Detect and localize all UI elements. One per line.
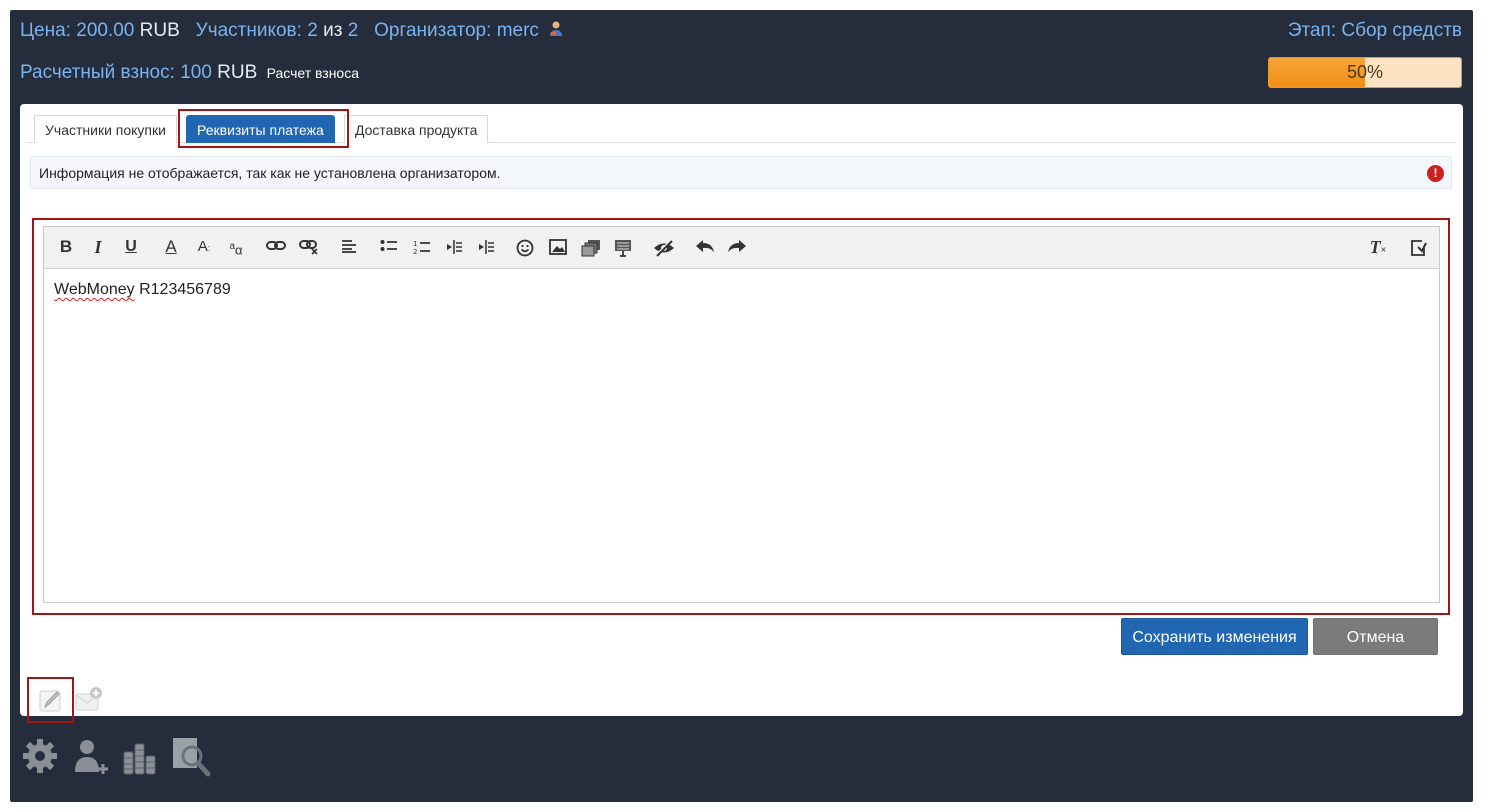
image-icon[interactable]	[549, 236, 567, 258]
search-document-icon[interactable]	[170, 736, 212, 783]
price-label: Цена:	[20, 20, 71, 41]
purchase-panel: Цена: 200.00 RUB Участников: 2 из 2 Орга…	[10, 10, 1473, 802]
header-line-1: Цена: 200.00 RUB Участников: 2 из 2 Орга…	[20, 20, 565, 44]
redo-icon[interactable]	[727, 236, 747, 258]
underline-icon[interactable]: U	[122, 236, 140, 258]
collection-progress-bar: 50%	[1268, 57, 1462, 88]
media-icon[interactable]	[581, 236, 601, 258]
edit-pencil-icon[interactable]	[38, 687, 64, 718]
participants-of: из	[323, 20, 343, 41]
unlink-icon[interactable]	[299, 236, 319, 258]
stage-value: Сбор средств	[1341, 20, 1462, 41]
fee-calc-link[interactable]: Расчет взноса	[267, 65, 359, 81]
editor-toolbar: B I U A A: aα 12 T×	[44, 227, 1439, 269]
settings-gear-icon[interactable]	[20, 736, 60, 781]
add-participant-icon[interactable]	[70, 736, 112, 783]
remove-format-icon[interactable]: T×	[1369, 236, 1387, 258]
content-area: Участники покупки Реквизиты платежа Дост…	[20, 104, 1463, 723]
save-changes-button[interactable]: Сохранить изменения	[1121, 618, 1308, 655]
indent-icon[interactable]	[477, 236, 495, 258]
editor-content[interactable]: WebMoney R123456789	[54, 281, 231, 299]
participants-total: 2	[347, 20, 359, 41]
text-case-icon[interactable]: aα	[227, 236, 245, 258]
numbered-list-icon[interactable]: 12	[413, 236, 431, 258]
svg-text:2: 2	[413, 248, 417, 255]
coins-icon[interactable]	[122, 738, 158, 781]
price-value: 200.00	[76, 20, 135, 41]
toggle-bbcode-icon[interactable]	[1409, 236, 1427, 258]
add-message-icon[interactable]	[74, 684, 104, 719]
price-currency: RUB	[139, 20, 180, 41]
link-icon[interactable]	[266, 236, 286, 258]
organizer-user-icon[interactable]	[547, 20, 565, 44]
info-message: Информация не отображается, так как не у…	[30, 156, 1452, 189]
svg-text:1: 1	[413, 240, 417, 248]
cancel-button[interactable]: Отмена	[1313, 618, 1438, 655]
tab-payment-details[interactable]: Реквизиты платежа	[186, 115, 335, 143]
progress-text: 50%	[1346, 62, 1384, 82]
participants-label: Участников:	[195, 20, 302, 41]
fee-label: Расчетный взнос:	[20, 62, 175, 83]
organizer-name[interactable]: merc	[497, 20, 539, 41]
undo-icon[interactable]	[695, 236, 715, 258]
fee-currency: RUB	[217, 62, 258, 83]
info-message-text: Информация не отображается, так как не у…	[39, 165, 501, 181]
stage-info: Этап: Сбор средств	[1288, 20, 1462, 42]
font-color-icon[interactable]: A	[162, 236, 180, 258]
template-icon[interactable]	[614, 236, 632, 258]
align-left-icon[interactable]	[340, 236, 358, 258]
editor-word-wallet: R123456789	[139, 281, 231, 298]
organizer-label: Организатор:	[374, 20, 492, 41]
tab-participants[interactable]: Участники покупки	[34, 115, 177, 143]
participants-current: 2	[307, 20, 318, 41]
stage-label: Этап:	[1287, 20, 1337, 41]
bold-icon[interactable]: B	[57, 236, 75, 258]
outdent-icon[interactable]	[445, 236, 463, 258]
italic-icon[interactable]: I	[89, 236, 107, 258]
tab-delivery[interactable]: Доставка продукта	[344, 115, 489, 143]
fee-value: 100	[180, 62, 212, 83]
font-size-icon[interactable]: A:	[195, 236, 213, 258]
bullet-list-icon[interactable]	[380, 236, 398, 258]
rich-text-editor: B I U A A: aα 12 T× WebMoney R123456789	[43, 226, 1440, 603]
hide-icon[interactable]	[652, 236, 676, 258]
error-icon: !	[1427, 165, 1444, 182]
header-line-2: Расчетный взнос: 100 RUB Расчет взноса	[20, 62, 359, 84]
editor-word-webmoney: WebMoney	[54, 281, 135, 298]
smiley-icon[interactable]	[516, 236, 534, 258]
